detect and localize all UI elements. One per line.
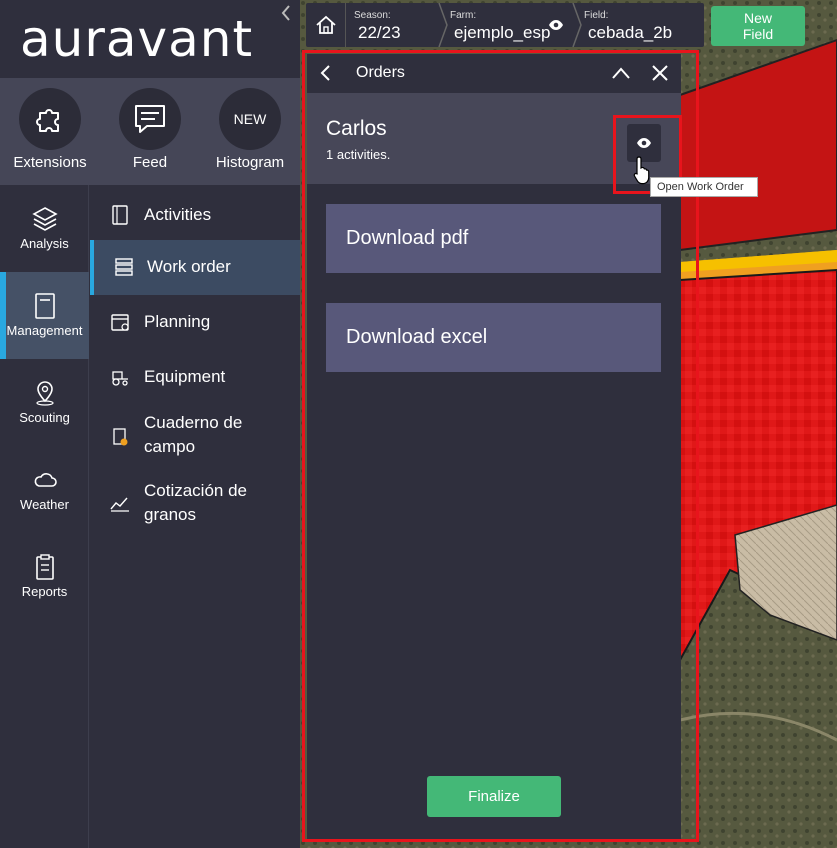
chart-icon xyxy=(110,497,129,512)
book-icon xyxy=(112,205,128,225)
nav-label-weather: Weather xyxy=(20,497,69,512)
submenu-item-activities[interactable]: Activities xyxy=(90,195,300,235)
feed-circle xyxy=(119,88,181,150)
panel-title: Orders xyxy=(356,64,405,81)
main-nav: Analysis Management Scouting Weather Rep… xyxy=(0,185,89,848)
submenu-label-work-order: Work order xyxy=(147,257,231,276)
nav-label-reports: Reports xyxy=(21,584,68,599)
logo-area: auravant xyxy=(0,0,300,78)
farm-key: Farm: xyxy=(450,10,477,21)
new-field-button[interactable]: New Field xyxy=(711,6,805,46)
download-pdf-button[interactable]: Download pdf xyxy=(326,204,661,273)
management-submenu: Activities Work order Planning Equipment… xyxy=(90,185,300,848)
field-value: cebada_2b xyxy=(588,23,673,42)
eye-icon[interactable] xyxy=(548,19,564,31)
puzzle-icon xyxy=(36,109,59,132)
nav-label-analysis: Analysis xyxy=(20,236,69,251)
extensions-circle xyxy=(19,88,81,150)
nav-label-management: Management xyxy=(6,323,83,338)
notebook-icon xyxy=(34,293,55,319)
layers-icon xyxy=(31,207,58,231)
nav-item-weather[interactable]: Weather xyxy=(0,446,89,533)
field-key: Field: xyxy=(584,10,609,21)
chevron-left-icon[interactable] xyxy=(279,4,293,22)
extensions-label: Extensions xyxy=(13,154,87,171)
sidebar: auravant Extensions Feed NEW Histogram A… xyxy=(0,0,300,848)
tooltip: Open Work Order xyxy=(650,177,758,197)
chat-icon xyxy=(135,105,165,133)
field-notebook-icon xyxy=(113,428,128,446)
season-selector[interactable]: Season: 22/23 xyxy=(348,3,438,47)
feed-button[interactable]: Feed xyxy=(100,88,200,180)
home-icon xyxy=(315,15,336,34)
season-key: Season: xyxy=(354,10,391,21)
context-bar: Season: 22/23 Farm: ejemplo_esp Field: c… xyxy=(306,3,704,47)
submenu-label-activities: Activities xyxy=(144,205,212,224)
submenu-item-cuaderno[interactable]: Cuaderno de campo xyxy=(90,407,300,463)
farm-value: ejemplo_esp xyxy=(454,23,551,42)
submenu-label-planning: Planning xyxy=(144,312,211,331)
order-activity-count: 1 activities. xyxy=(326,147,391,162)
stack-icon xyxy=(115,258,133,276)
cloud-icon xyxy=(34,473,57,487)
download-excel-button[interactable]: Download excel xyxy=(326,303,661,372)
hand-cursor-icon xyxy=(633,156,650,185)
home-button[interactable] xyxy=(306,3,346,47)
finalize-button[interactable]: Finalize xyxy=(427,776,561,817)
submenu-item-cotizacion[interactable]: Cotización de granos xyxy=(90,475,300,531)
work-order-card: Carlos 1 activities. xyxy=(307,93,681,184)
submenu-label-cuaderno: Cuaderno de campo xyxy=(144,413,243,456)
histogram-label: Histogram xyxy=(215,154,285,171)
feed-label: Feed xyxy=(132,154,168,171)
field-selector[interactable]: Field: cebada_2b xyxy=(582,3,702,47)
extensions-button[interactable]: Extensions xyxy=(0,88,100,180)
close-icon[interactable] xyxy=(650,64,670,82)
submenu-item-planning[interactable]: Planning xyxy=(90,302,300,342)
submenu-item-work-order[interactable]: Work order xyxy=(90,240,300,295)
submenu-item-equipment[interactable]: Equipment xyxy=(90,357,300,397)
nav-label-scouting: Scouting xyxy=(19,410,70,425)
nav-item-reports[interactable]: Reports xyxy=(0,533,89,620)
nav-item-management[interactable]: Management xyxy=(0,272,89,359)
breadcrumb-separator xyxy=(438,3,448,47)
panel-header: Orders xyxy=(307,54,681,93)
submenu-label-equipment: Equipment xyxy=(144,367,226,386)
chevron-up-icon[interactable] xyxy=(611,64,631,82)
new-badge: NEW xyxy=(233,111,267,127)
submenu-label-cotizacion: Cotización de granos xyxy=(144,481,248,524)
season-value: 22/23 xyxy=(358,23,401,42)
map-pin-icon xyxy=(35,381,54,406)
tractor-icon xyxy=(112,371,128,386)
breadcrumb-separator xyxy=(572,3,582,47)
quick-actions: Extensions Feed NEW Histogram xyxy=(0,78,300,185)
orders-panel: Orders Carlos 1 activities. Download pdf… xyxy=(307,54,681,839)
nav-item-scouting[interactable]: Scouting xyxy=(0,359,89,446)
clipboard-icon xyxy=(35,554,54,580)
histogram-button[interactable]: NEW Histogram xyxy=(200,88,300,180)
order-assignee: Carlos xyxy=(326,117,387,140)
nav-item-analysis[interactable]: Analysis xyxy=(0,185,89,272)
histogram-circle: NEW xyxy=(219,88,281,150)
back-arrow-icon[interactable] xyxy=(319,64,333,82)
brand-logo: auravant xyxy=(20,10,254,68)
calendar-icon xyxy=(111,314,129,331)
